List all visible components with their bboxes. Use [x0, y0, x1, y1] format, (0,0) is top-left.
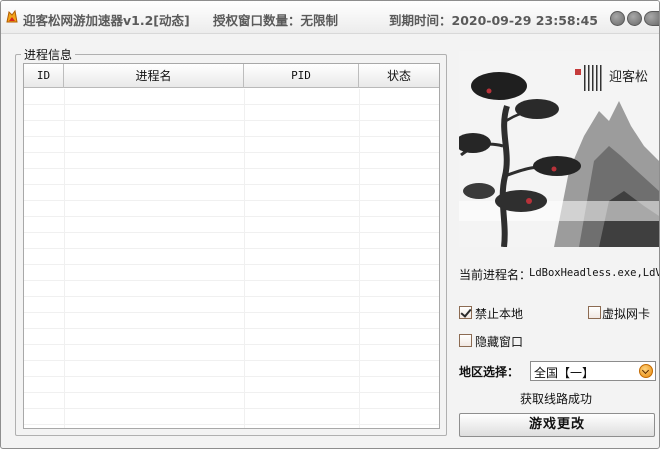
chevron-down-icon[interactable]	[639, 364, 653, 378]
ban-local-label[interactable]: 禁止本地	[475, 305, 523, 322]
virtual-nic-label[interactable]: 虚拟网卡	[602, 305, 650, 322]
current-process-label: 当前进程名：	[459, 268, 532, 282]
column-header-id[interactable]: ID	[24, 64, 64, 88]
expire-time: 到期时间：2020-09-29 23:58:45	[389, 13, 598, 28]
column-header-status[interactable]: 状态	[359, 64, 439, 88]
column-header-pid[interactable]: PID	[244, 64, 359, 88]
app-window: 迎客松网游加速器v1.2[动态] 授权窗口数量：无限制 到期时间：2020-09…	[0, 0, 660, 449]
painting-inscription: 迎客松	[609, 69, 648, 85]
process-table-body[interactable]	[24, 89, 439, 428]
column-divider	[244, 89, 245, 428]
route-status-text: 获取线路成功	[520, 392, 593, 406]
ban-local-checkbox[interactable]	[459, 306, 472, 319]
app-title: 迎客松网游加速器v1.2[动态]	[23, 13, 190, 28]
hide-window-label[interactable]: 隐藏窗口	[475, 333, 523, 350]
process-table-header: ID 进程名 PID 状态	[24, 64, 439, 88]
column-header-process-name[interactable]: 进程名	[64, 64, 244, 88]
auth-window-count: 授权窗口数量：无限制	[213, 13, 339, 28]
column-divider	[359, 89, 360, 428]
minimize-button[interactable]	[610, 11, 625, 26]
process-table[interactable]: ID 进程名 PID 状态	[23, 63, 440, 429]
close-button[interactable]	[644, 11, 659, 26]
title-bar[interactable]: 迎客松网游加速器v1.2[动态] 授权窗口数量：无限制 到期时间：2020-09…	[1, 1, 659, 34]
virtual-nic-checkbox[interactable]	[588, 306, 601, 319]
hide-window-checkbox[interactable]	[459, 334, 472, 347]
column-divider	[64, 89, 65, 428]
region-select-label: 地区选择：	[459, 365, 520, 379]
region-selected-value: 全国【一】	[534, 366, 595, 380]
pine-painting-artwork: 迎客松	[459, 51, 659, 247]
region-select[interactable]: 全国【一】	[530, 361, 656, 381]
pine-painting-image: 迎客松	[459, 51, 659, 247]
maximize-button[interactable]	[627, 11, 642, 26]
change-game-button[interactable]: 游戏更改	[459, 413, 655, 437]
current-process-value: LdBoxHeadless.exe,LdV	[529, 267, 660, 279]
process-info-legend: 进程信息	[21, 46, 76, 63]
app-logo-icon	[6, 9, 18, 23]
